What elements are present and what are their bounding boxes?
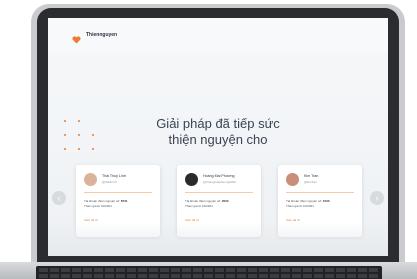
decor-dot [92,148,94,150]
hero-headline-line2: thiện nguyện cho [168,132,268,147]
account-number-value: 1000 [322,199,330,203]
account-number-label: Tài khoản thiện nguyện số: [185,199,222,203]
user-name: Thái Thuỳ Linh [102,174,126,178]
chevron-left-icon[interactable]: ‹ [52,191,66,205]
decor-dot [78,134,80,136]
card-divider [286,192,354,193]
heart-logo-icon[interactable] [72,31,81,44]
user-name: Hoàng Mai Phương [203,174,235,178]
keyboard [36,266,382,279]
site-header: Thiennguyen [48,18,388,52]
brand-name[interactable]: Thiennguyen [86,32,117,38]
avatar [84,173,97,186]
user-handle: @hoangmaiphuong2022 [203,180,236,184]
decor-dot [78,120,80,122]
laptop-screen: Thiennguyen Giải pháp đã tiếp sức thiện … [48,18,388,256]
user-handle: @thailinh.tl [102,180,117,184]
account-number-value: 2000 [221,199,229,203]
account-number-line: Tài khoản thiện nguyện số: 8731 [84,199,128,203]
decor-dot [92,134,94,136]
user-name: Kim Tran [304,174,319,178]
account-number-line: Tài khoản thiện nguyện số: 2000 [185,199,229,203]
keyboard-row [39,274,379,278]
joined-date: Tham gia từ 10/2021 [286,204,314,208]
card-divider [84,192,152,193]
decor-dot [64,120,66,122]
screen-shade [48,222,388,256]
account-number-value: 8731 [120,199,128,203]
decor-dot [78,148,80,150]
decor-dot [64,134,66,136]
avatar [286,173,299,186]
card-divider [185,192,253,193]
chevron-right-icon[interactable]: › [370,191,384,205]
avatar [185,173,198,186]
keyboard-row [39,268,379,272]
joined-date: Tham gia từ 10/2021 [185,204,213,208]
hero-headline: Giải pháp đã tiếp sức thiện nguyện cho [48,116,388,148]
decor-dot [64,148,66,150]
user-handle: @kimtran [304,180,317,184]
account-number-line: Tài khoản thiện nguyện số: 1000 [286,199,330,203]
account-number-label: Tài khoản thiện nguyện số: [286,199,323,203]
hero-headline-line1: Giải pháp đã tiếp sức [156,116,280,131]
joined-date: Tham gia từ 10/2021 [84,204,112,208]
account-number-label: Tài khoản thiện nguyện số: [84,199,121,203]
